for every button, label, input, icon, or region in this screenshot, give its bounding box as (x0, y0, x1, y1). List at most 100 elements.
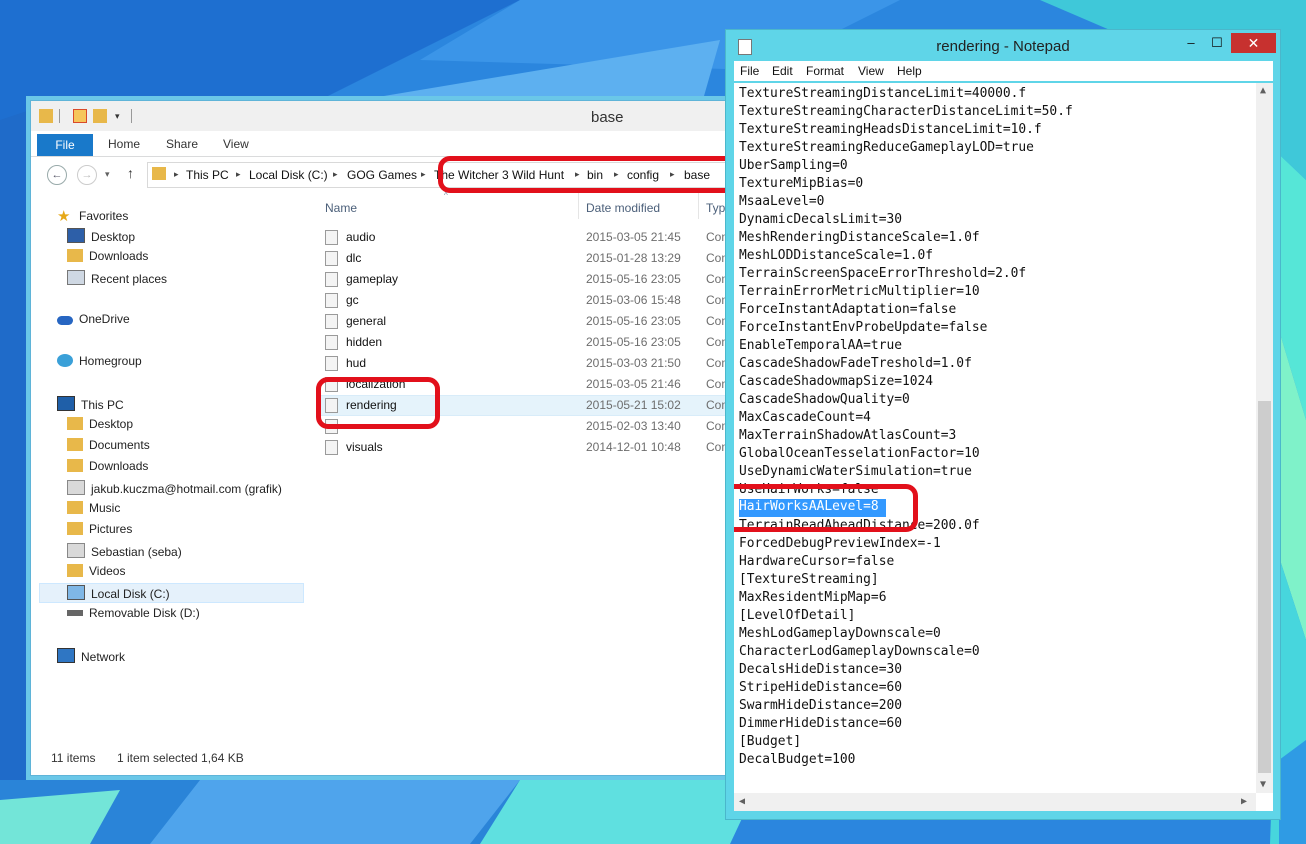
nav-recent-places[interactable]: Recent places (67, 270, 167, 290)
file-row[interactable]: hud 2015-03-03 21:50 Con (322, 353, 742, 374)
menu-edit[interactable]: Edit (772, 64, 793, 78)
text-line: [LevelOfDetail] (739, 608, 856, 623)
breadcrumb-gog-games[interactable]: GOG Games (347, 168, 417, 182)
text-line: MaxCascadeCount=4 (739, 410, 871, 425)
notepad-titlebar[interactable]: rendering - Notepad – ☐ ✕ (726, 30, 1280, 63)
forward-button[interactable]: → (77, 165, 97, 185)
text-line: MsaaLevel=0 (739, 194, 825, 209)
nav-favorites[interactable]: ★ Favorites (57, 207, 128, 227)
config-file-icon (325, 230, 338, 245)
text-line: DynamicDecalsLimit=30 (739, 212, 902, 227)
nav-this-pc[interactable]: This PC (57, 396, 124, 416)
scroll-down-arrow-icon[interactable]: ▼ (1260, 779, 1266, 790)
text-line: ForceInstantAdaptation=false (739, 302, 957, 317)
text-line: StripeHideDistance=60 (739, 680, 902, 695)
nav-homegroup[interactable]: Homegroup (57, 354, 142, 374)
close-button[interactable]: ✕ (1231, 33, 1276, 53)
tab-share[interactable]: Share (166, 137, 198, 151)
nav-pc-sebastian[interactable]: Sebastian (seba) (67, 543, 182, 563)
text-lines: TextureStreamingDistanceLimit=40000.f Te… (739, 85, 1073, 769)
tab-file[interactable]: File (37, 134, 93, 156)
explorer-titlebar: ▾ base (31, 101, 757, 131)
properties-icon[interactable] (73, 109, 87, 123)
scrollbar-thumb[interactable] (1258, 401, 1271, 773)
sort-ascending-icon: ^ (444, 191, 448, 200)
column-divider[interactable] (578, 193, 579, 219)
new-folder-icon[interactable] (93, 109, 107, 123)
file-row[interactable]: visuals 2014-12-01 10:48 Con (322, 437, 742, 458)
divider (59, 109, 60, 123)
nav-pc-local-disk[interactable]: Local Disk (C:) (67, 585, 170, 605)
nav-desktop[interactable]: Desktop (67, 228, 135, 248)
breadcrumb-separator: ▸ (236, 169, 241, 179)
address-bar[interactable]: ▸ This PC ▸ Local Disk (C:) ▸ GOG Games … (147, 156, 757, 193)
nav-pc-videos[interactable]: Videos (67, 564, 125, 584)
nav-pc-music[interactable]: Music (67, 501, 120, 521)
nav-pc-pictures[interactable]: Pictures (67, 522, 132, 542)
vertical-scrollbar[interactable]: ▲ ▼ (1256, 83, 1273, 793)
config-file-icon (325, 251, 338, 266)
scroll-left-arrow-icon[interactable]: ◀ (739, 796, 745, 807)
red-highlight-annotation (734, 484, 918, 532)
nav-network[interactable]: Network (57, 648, 125, 668)
downloads-icon (67, 249, 83, 262)
folder-icon (67, 438, 83, 451)
nav-onedrive[interactable]: OneDrive (57, 312, 130, 332)
file-row[interactable]: hidden 2015-05-16 23:05 Con (322, 332, 742, 353)
text-line: CascadeShadowQuality=0 (739, 392, 910, 407)
star-icon: ★ (57, 208, 71, 225)
breadcrumb-this-pc[interactable]: This PC (186, 168, 229, 182)
file-list-pane: Name ^ Date modified Typ audio 2015-03-05… (316, 191, 757, 733)
status-selection: 1 item selected 1,64 KB (117, 751, 244, 765)
nav-pc-downloads[interactable]: Downloads (67, 459, 148, 479)
nav-pc-jakub[interactable]: jakub.kuczma@hotmail.com (grafik) (67, 480, 282, 500)
minimize-button[interactable]: – (1178, 33, 1204, 53)
up-button[interactable]: ↑ (127, 165, 134, 181)
back-button[interactable]: ← (47, 165, 67, 185)
file-row[interactable]: general 2015-05-16 23:05 Con (322, 311, 742, 332)
breadcrumb-local-disk[interactable]: Local Disk (C:) (249, 168, 328, 182)
network-icon (57, 648, 75, 663)
recent-locations-icon[interactable]: ▾ (105, 169, 110, 180)
breadcrumb-separator: ▸ (421, 169, 426, 179)
text-line: DecalBudget=100 (739, 752, 856, 767)
file-row[interactable]: gameplay 2015-05-16 23:05 Con (322, 269, 742, 290)
text-line: DecalsHideDistance=30 (739, 662, 902, 677)
file-row[interactable]: gc 2015-03-06 15:48 Con (322, 290, 742, 311)
tab-home[interactable]: Home (108, 137, 140, 151)
scroll-up-arrow-icon[interactable]: ▲ (1260, 85, 1266, 96)
menu-format[interactable]: Format (806, 64, 844, 78)
column-header-type[interactable]: Typ (706, 201, 725, 215)
folder-icon (152, 167, 166, 180)
column-divider[interactable] (698, 193, 699, 219)
text-editor-area[interactable]: TextureStreamingDistanceLimit=40000.f Te… (734, 83, 1273, 811)
recent-places-icon (67, 270, 85, 285)
pictures-folder-icon (67, 522, 83, 535)
folder-icon (67, 417, 83, 430)
red-highlight-annotation (438, 156, 757, 193)
column-header-name[interactable]: Name (325, 201, 357, 215)
tab-view[interactable]: View (223, 137, 249, 151)
horizontal-scrollbar[interactable]: ◀ ▶ (734, 793, 1256, 811)
menu-view[interactable]: View (858, 64, 884, 78)
nav-pc-removable-disk[interactable]: Removable Disk (D:) (67, 606, 200, 626)
column-header-date[interactable]: Date modified (586, 201, 660, 215)
address-row: ← → ▾ ↑ ▸ This PC ▸ Local Disk (C:) ▸ GO… (31, 156, 757, 193)
nav-downloads[interactable]: Downloads (67, 249, 148, 269)
file-row[interactable]: dlc 2015-01-28 13:29 Con (322, 248, 742, 269)
text-line: UberSampling=0 (739, 158, 848, 173)
homegroup-icon (57, 354, 73, 367)
nav-pc-documents[interactable]: Documents (67, 438, 150, 458)
customize-quick-access-icon[interactable]: ▾ (115, 111, 125, 125)
file-row[interactable]: audio 2015-03-05 21:45 Con (322, 227, 742, 248)
menu-bar: File Edit Format View Help (734, 61, 1273, 81)
text-line: SwarmHideDistance=200 (739, 698, 902, 713)
nav-pc-desktop[interactable]: Desktop (67, 417, 133, 437)
scroll-right-arrow-icon[interactable]: ▶ (1241, 796, 1247, 807)
menu-help[interactable]: Help (897, 64, 922, 78)
maximize-button[interactable]: ☐ (1204, 33, 1230, 53)
text-line: CascadeShadowmapSize=1024 (739, 374, 934, 389)
desktop-icon (67, 228, 85, 243)
breadcrumb-separator: ▸ (174, 169, 179, 179)
menu-file[interactable]: File (740, 64, 759, 78)
